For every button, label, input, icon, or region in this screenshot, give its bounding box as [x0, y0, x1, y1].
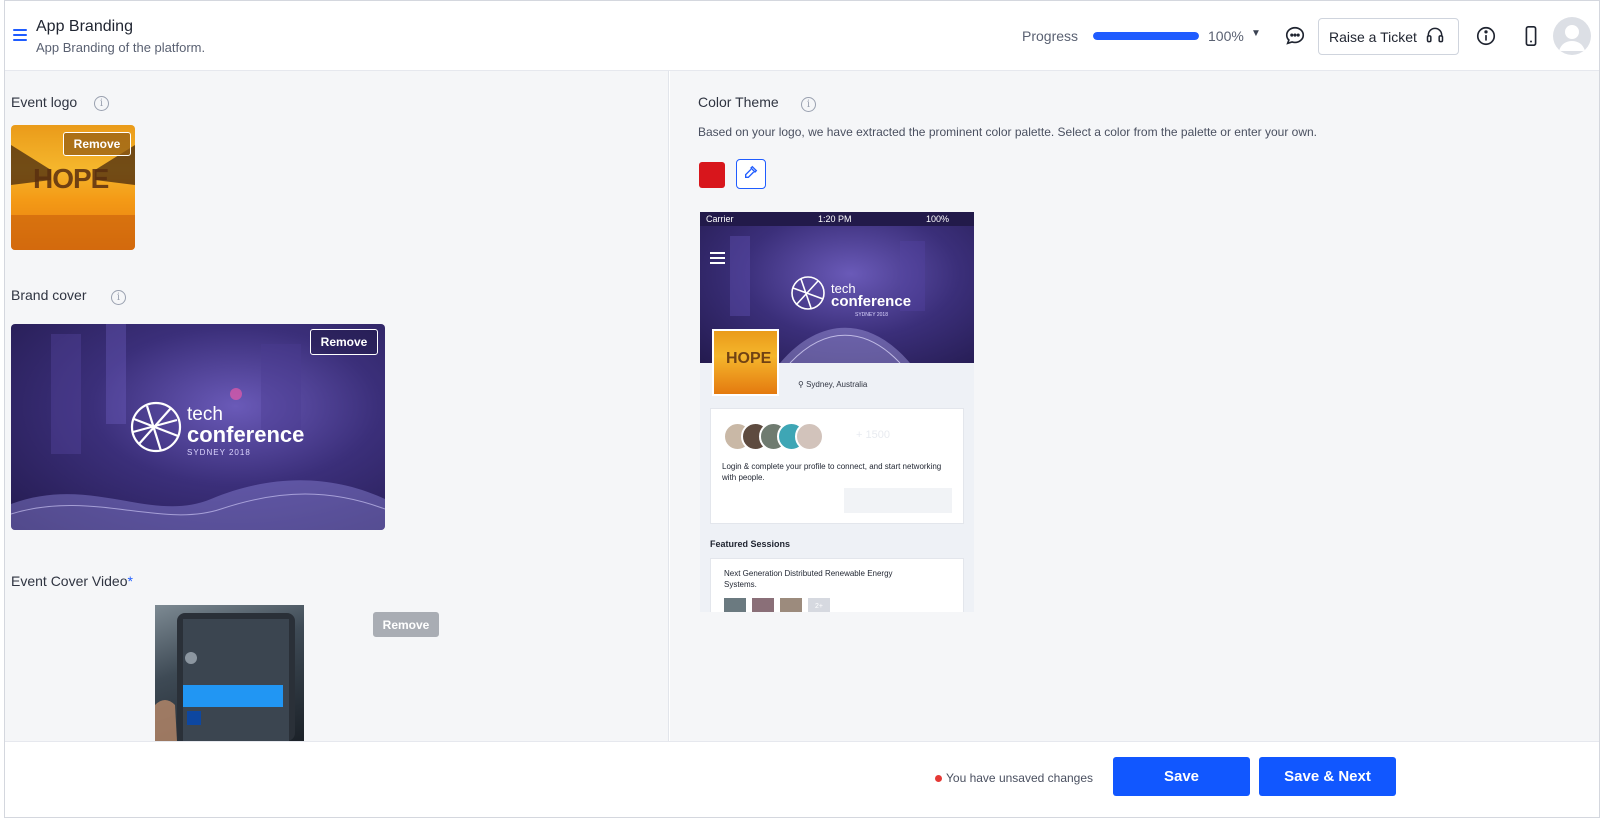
remove-video-button[interactable]: Remove: [373, 612, 439, 637]
chat-icon[interactable]: [1282, 23, 1308, 49]
unsaved-indicator: You have unsaved changes: [935, 771, 1093, 785]
eyedropper-icon: [743, 164, 759, 185]
preview-attendee-count: + 1500: [856, 429, 890, 441]
event-cover-video-label: Event Cover Video*: [11, 573, 133, 589]
page-subtitle: App Branding of the platform.: [36, 40, 206, 55]
preview-session-card: Next Generation Distributed Renewable En…: [710, 558, 964, 612]
progress-value: 100%: [1208, 28, 1244, 44]
info-icon[interactable]: i: [111, 290, 126, 305]
page-title: App Branding: [36, 18, 133, 35]
progress-bar-fill: [1093, 32, 1199, 40]
mobile-icon[interactable]: [1518, 23, 1544, 49]
progress-bar: [1093, 32, 1199, 40]
preview-event-logo: HOPE: [712, 329, 779, 396]
chevron-down-icon[interactable]: ▼: [1251, 28, 1261, 39]
brand-cover-label: Brand cover: [11, 287, 87, 303]
preview-logo-text: HOPE: [726, 350, 772, 367]
preview-sub-text: SYDNEY 2018: [855, 312, 888, 318]
preview-session-title: Next Generation Distributed Renewable En…: [724, 569, 893, 589]
attendee-avatar: [795, 422, 824, 451]
video-label-text: Event Cover Video: [11, 573, 128, 589]
media-panel: Event logo i HOPE Remove Brand cover i t…: [5, 71, 669, 741]
preview-featured-sessions: Featured Sessions: [710, 539, 791, 549]
preview-menu-icon: [710, 252, 725, 264]
info-icon[interactable]: [1473, 23, 1499, 49]
app-window: App Branding App Branding of the platfor…: [4, 0, 1600, 818]
preview-location: ⚲ Sydney, Australia: [798, 380, 867, 389]
raise-ticket-button[interactable]: Raise a Ticket: [1318, 18, 1459, 55]
preview-battery: 100%: [926, 214, 950, 224]
info-icon[interactable]: i: [801, 97, 816, 112]
preview-status-bar: Carrier 1:20 PM 100%: [700, 212, 974, 226]
event-logo-label: Event logo: [11, 94, 78, 110]
preview-globe-icon: [791, 276, 825, 310]
color-theme-description: Based on your logo, we have extracted th…: [698, 125, 1318, 139]
required-mark: *: [127, 573, 133, 589]
user-avatar-icon[interactable]: [1553, 17, 1591, 55]
status-dot-icon: [935, 774, 942, 782]
preview-location-text: Sydney, Australia: [806, 380, 868, 389]
preview-profile-card: + 1500 Login & complete your profile to …: [710, 408, 964, 524]
save-and-next-button[interactable]: Save & Next: [1259, 757, 1396, 796]
app-preview: tech conference SYDNEY 2018 Carrier 1:20…: [700, 212, 974, 612]
save-button[interactable]: Save: [1113, 757, 1250, 796]
event-cover-video-thumbnail[interactable]: [155, 605, 304, 741]
remove-logo-button[interactable]: Remove: [63, 132, 131, 156]
preview-cta-button: [844, 488, 952, 513]
menu-icon[interactable]: [13, 29, 27, 41]
eyedropper-button[interactable]: [736, 159, 766, 189]
speaker-avatar: [752, 598, 774, 612]
info-icon[interactable]: i: [94, 96, 109, 111]
remove-cover-button[interactable]: Remove: [310, 329, 378, 355]
cover-conference-text: conference: [187, 422, 305, 447]
color-theme-panel: Color Theme i Based on your logo, we hav…: [670, 71, 1599, 741]
preview-time: 1:20 PM: [818, 214, 852, 224]
location-pin-icon: ⚲: [798, 380, 804, 389]
preview-login-text: Login & complete your profile to connect…: [722, 462, 942, 482]
globe-icon: [130, 401, 182, 453]
cover-sub-text: SYDNEY 2018: [187, 448, 251, 457]
brand-cover-image: tech conference SYDNEY 2018 Remove: [11, 324, 385, 530]
raise-ticket-label: Raise a Ticket: [1329, 28, 1417, 45]
top-header: App Branding App Branding of the platfor…: [5, 1, 1599, 71]
unsaved-text: You have unsaved changes: [946, 771, 1094, 785]
event-logo-image: HOPE Remove: [11, 125, 135, 250]
speaker-avatar: [724, 598, 746, 612]
speaker-avatar: [780, 598, 802, 612]
speaker-more: 2+: [808, 598, 830, 612]
progress-label: Progress: [1022, 28, 1079, 44]
color-swatch-red[interactable]: [699, 162, 725, 188]
headset-icon: [1425, 25, 1445, 48]
preview-carrier: Carrier: [706, 214, 734, 224]
footer-bar: You have unsaved changes Save Save & Nex…: [5, 741, 1599, 817]
logo-image-text: HOPE: [33, 163, 109, 194]
preview-conference-text: conference: [831, 293, 912, 310]
color-theme-label: Color Theme: [698, 94, 779, 110]
